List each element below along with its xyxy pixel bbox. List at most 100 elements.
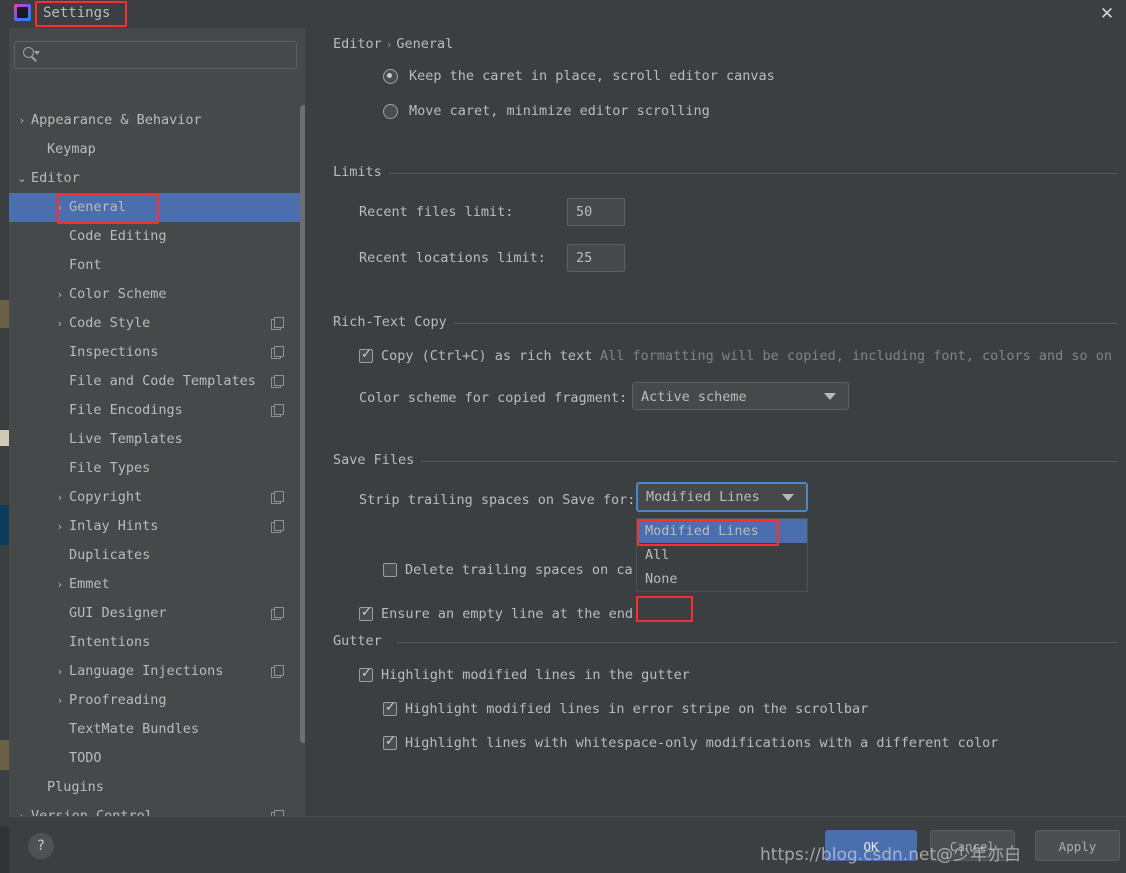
- copy-settings-icon[interactable]: [271, 346, 284, 359]
- color-scheme-combo[interactable]: Active scheme: [632, 382, 849, 410]
- settings-sidebar: › Appearance & Behavior Keymap ⌄ Editor › Gene…: [9, 28, 307, 824]
- dropdown-option-modified-lines[interactable]: Modified Lines: [637, 519, 807, 543]
- sidebar-item-label: TextMate Bundles: [69, 721, 200, 737]
- copy-settings-icon[interactable]: [271, 520, 284, 533]
- sidebar-item-label: File Encodings: [69, 402, 183, 418]
- sidebar-item-editor[interactable]: ⌄ Editor: [9, 164, 305, 193]
- search-field-wrapper[interactable]: [14, 41, 297, 69]
- sidebar-item-todo[interactable]: TODO: [9, 744, 305, 773]
- gutter-highlight-modified-checkbox[interactable]: [359, 666, 373, 682]
- copy-settings-icon[interactable]: [271, 607, 284, 620]
- copy-settings-icon[interactable]: [271, 375, 284, 388]
- recent-files-limit-input[interactable]: [567, 198, 625, 226]
- chevron-right-icon[interactable]: ›: [53, 657, 67, 686]
- close-icon[interactable]: ✕: [1096, 3, 1118, 25]
- gutter-error-stripe-checkbox[interactable]: [383, 700, 397, 716]
- chevron-right-icon[interactable]: ›: [53, 193, 67, 222]
- chevron-right-icon[interactable]: ›: [53, 686, 67, 715]
- radio-move-caret-icon[interactable]: [383, 104, 398, 119]
- dropdown-option-all[interactable]: All: [637, 543, 807, 567]
- recent-locations-limit-input[interactable]: [567, 244, 625, 272]
- apply-button[interactable]: Apply: [1035, 830, 1120, 861]
- chevron-right-icon[interactable]: ›: [15, 106, 29, 135]
- ide-strip-chunk: [0, 505, 9, 545]
- section-save-files-title: Save Files: [333, 452, 415, 468]
- sidebar-item-file-and-code-templates[interactable]: File and Code Templates: [9, 367, 305, 396]
- section-gutter-title: Gutter: [333, 633, 382, 649]
- recent-locations-limit-label: Recent locations limit:: [359, 250, 546, 266]
- sidebar-item-code-editing[interactable]: Code Editing: [9, 222, 305, 251]
- sidebar-item-label: Copyright: [69, 489, 143, 505]
- copy-as-rich-text-hint: All formatting will be copied, including…: [600, 348, 1113, 364]
- sidebar-item-live-templates[interactable]: Live Templates: [9, 425, 305, 454]
- delete-trailing-spaces-checkbox[interactable]: [383, 563, 397, 577]
- delete-trailing-spaces-label: Delete trailing spaces on ca: [405, 562, 633, 578]
- breadcrumb-separator: ›: [385, 38, 393, 51]
- ide-strip-chunk: [0, 300, 9, 328]
- sidebar-item-inlay-hints[interactable]: › Inlay Hints: [9, 512, 305, 541]
- gutter-highlight-modified-label: Highlight modified lines in the gutter: [381, 667, 690, 683]
- gutter-error-stripe-label: Highlight modified lines in error stripe…: [405, 701, 869, 717]
- sidebar-item-label: Intentions: [69, 634, 151, 650]
- sidebar-item-general[interactable]: › General: [9, 193, 305, 222]
- color-scheme-combo-value: Active scheme: [641, 389, 747, 405]
- sidebar-item-proofreading[interactable]: › Proofreading: [9, 686, 305, 715]
- radio-keep-caret-icon[interactable]: [383, 69, 398, 84]
- section-gutter: Gutter: [333, 633, 1117, 649]
- sidebar-item-label: Code Style: [69, 315, 151, 331]
- gutter-whitespace-only-checkbox[interactable]: [383, 734, 397, 750]
- dropdown-option-none[interactable]: None: [637, 567, 807, 591]
- sidebar-item-label: General: [69, 199, 126, 215]
- sidebar-item-label: Inspections: [69, 344, 159, 360]
- color-scheme-fragment-label: Color scheme for copied fragment:: [359, 390, 628, 406]
- copy-settings-icon[interactable]: [271, 665, 284, 678]
- ensure-empty-line-checkbox[interactable]: [359, 605, 373, 621]
- sidebar-item-gui-designer[interactable]: GUI Designer: [9, 599, 305, 628]
- cancel-button[interactable]: Cancel: [930, 830, 1015, 861]
- sidebar-item-label: TODO: [69, 750, 102, 766]
- sidebar-item-duplicates[interactable]: Duplicates: [9, 541, 305, 570]
- sidebar-item-language-injections[interactable]: › Language Injections: [9, 657, 305, 686]
- chevron-right-icon[interactable]: ›: [53, 483, 67, 512]
- sidebar-item-code-style[interactable]: › Code Style: [9, 309, 305, 338]
- copy-settings-icon[interactable]: [271, 491, 284, 504]
- sidebar-item-label: Appearance & Behavior: [31, 112, 202, 128]
- search-input[interactable]: [44, 46, 289, 64]
- sidebar-item-file-types[interactable]: File Types: [9, 454, 305, 483]
- section-limits-rule: [389, 173, 1117, 174]
- sidebar-item-textmate-bundles[interactable]: TextMate Bundles: [9, 715, 305, 744]
- chevron-down-icon[interactable]: ⌄: [15, 164, 29, 193]
- sidebar-item-inspections[interactable]: Inspections: [9, 338, 305, 367]
- radio-keep-caret-label: Keep the caret in place, scroll editor c…: [409, 68, 775, 84]
- copy-settings-icon[interactable]: [271, 404, 284, 417]
- chevron-right-icon[interactable]: ›: [53, 280, 67, 309]
- sidebar-item-label: Keymap: [47, 141, 96, 157]
- strip-trailing-spaces-combo[interactable]: Modified Lines: [636, 482, 808, 512]
- copy-settings-icon[interactable]: [271, 317, 284, 330]
- sidebar-item-keymap[interactable]: Keymap: [9, 135, 305, 164]
- copy-as-rich-text-checkbox[interactable]: [359, 347, 373, 363]
- radio-move-caret-label: Move caret, minimize editor scrolling: [409, 103, 710, 119]
- sidebar-item-file-encodings[interactable]: File Encodings: [9, 396, 305, 425]
- chevron-right-icon[interactable]: ›: [53, 512, 67, 541]
- sidebar-item-label: Color Scheme: [69, 286, 167, 302]
- sidebar-item-emmet[interactable]: › Emmet: [9, 570, 305, 599]
- section-save-files: Save Files: [333, 452, 1117, 468]
- strip-trailing-spaces-dropdown[interactable]: Modified Lines All None: [636, 518, 808, 592]
- sidebar-item-color-scheme[interactable]: › Color Scheme: [9, 280, 305, 309]
- sidebar-item-intentions[interactable]: Intentions: [9, 628, 305, 657]
- sidebar-item-copyright[interactable]: › Copyright: [9, 483, 305, 512]
- sidebar-item-plugins[interactable]: Plugins: [9, 773, 305, 802]
- help-icon[interactable]: ?: [28, 833, 54, 859]
- sidebar-item-label: Code Editing: [69, 228, 167, 244]
- chevron-right-icon[interactable]: ›: [53, 570, 67, 599]
- sidebar-item-label: Duplicates: [69, 547, 151, 563]
- breadcrumb-root[interactable]: Editor: [333, 36, 382, 52]
- chevron-right-icon[interactable]: ›: [53, 309, 67, 338]
- strip-trailing-spaces-combo-value: Modified Lines: [646, 489, 760, 505]
- sidebar-item-font[interactable]: Font: [9, 251, 305, 280]
- section-rich-text-copy-rule: [453, 323, 1117, 324]
- ok-button[interactable]: OK: [825, 830, 917, 861]
- sidebar-item-appearance-behavior[interactable]: › Appearance & Behavior: [9, 106, 305, 135]
- section-gutter-rule: [397, 642, 1117, 643]
